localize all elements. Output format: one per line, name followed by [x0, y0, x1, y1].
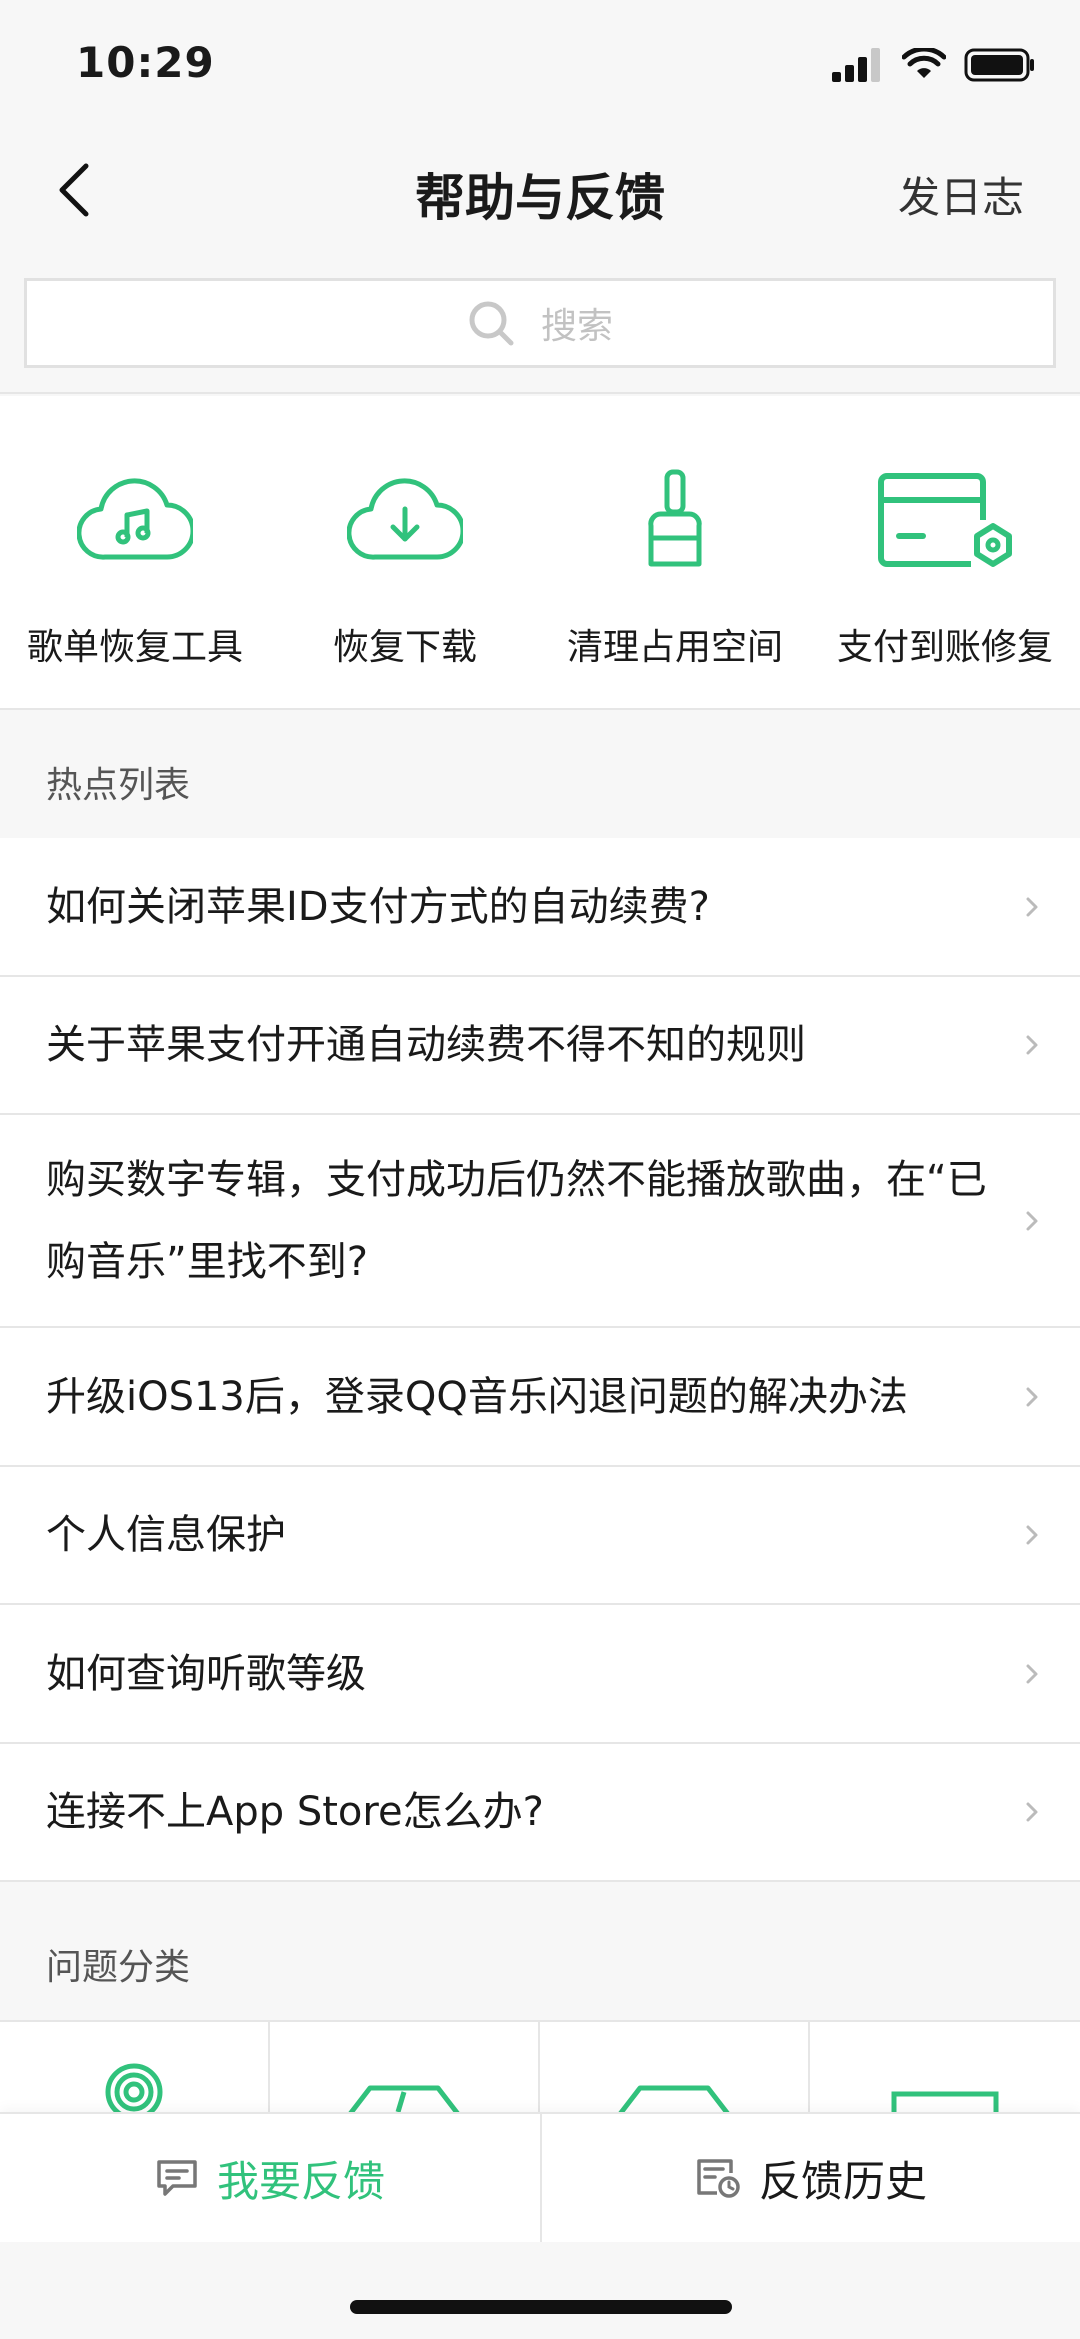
list-item[interactable]: 如何关闭苹果ID支付方式的自动续费?: [0, 838, 1080, 977]
shortcut-label: 恢复下载: [332, 627, 477, 668]
message-icon: [157, 2160, 197, 2196]
shortcut-label: 支付到账修复: [836, 627, 1053, 668]
history-label: 反馈历史: [758, 2156, 927, 2206]
home-area: [0, 2242, 1080, 2339]
feedback-label: 我要反馈: [216, 2156, 385, 2206]
shortcut-tools: 歌单恢复工具 恢复下载 清理占用空间 支付到账修复: [0, 396, 1080, 710]
shortcut-label: 歌单恢复工具: [26, 627, 243, 668]
list-item[interactable]: 购买数字专辑，支付成功后仍然不能播放歌曲，在“已购音乐”里找不到?: [0, 1115, 1080, 1328]
search-area: 搜索: [0, 250, 1080, 394]
list-item[interactable]: 连接不上App Store怎么办?: [0, 1744, 1080, 1882]
history-icon: [697, 2159, 740, 2198]
hot-list: 如何关闭苹果ID支付方式的自动续费? 关于苹果支付开通自动续费不得不知的规则 购…: [0, 838, 1080, 1882]
chevron-right-icon: [1026, 897, 1038, 916]
list-item[interactable]: 个人信息保护: [0, 1467, 1080, 1605]
list-item[interactable]: 关于苹果支付开通自动续费不得不知的规则: [0, 977, 1080, 1115]
status-time: 10:29: [76, 38, 215, 87]
chevron-right-icon: [1026, 1211, 1038, 1230]
chevron-right-icon: [1026, 1387, 1038, 1406]
shortcut-label: 清理占用空间: [566, 627, 783, 668]
battery-icon: [964, 48, 1034, 82]
chevron-right-icon: [1026, 1525, 1038, 1545]
status-bar: 10:29: [0, 0, 1080, 130]
chevron-right-icon: [1026, 1664, 1038, 1683]
section-title: 热点列表: [46, 765, 191, 806]
bottom-action-bar: 我要反馈 反馈历史: [0, 2112, 1080, 2242]
chevron-right-icon: [1026, 1802, 1038, 1822]
nav-bar: 帮助与反馈 发日志: [0, 130, 1080, 250]
search-placeholder: 搜索: [540, 306, 613, 347]
signal-icon: [832, 48, 880, 82]
list-item[interactable]: 升级iOS13后，登录QQ音乐闪退问题的解决办法: [0, 1328, 1080, 1467]
feedback-history-button[interactable]: 反馈历史: [540, 2114, 1080, 2242]
section-title: 问题分类: [46, 1947, 191, 1988]
wifi-icon: [902, 48, 946, 78]
send-log-button[interactable]: 发日志: [898, 164, 1024, 225]
home-indicator[interactable]: [350, 2300, 732, 2314]
status-icons: [832, 44, 1036, 86]
list-item[interactable]: 如何查询听歌等级: [0, 1605, 1080, 1744]
shortcut-playlist-restore[interactable]: 歌单恢复工具: [0, 396, 270, 708]
cloud-music-icon: [77, 478, 193, 560]
categories-header: 问题分类: [0, 1882, 1080, 2020]
search-input[interactable]: 搜索: [24, 278, 1056, 368]
shortcut-payment-repair[interactable]: 支付到账修复: [810, 396, 1080, 708]
chevron-right-icon: [1026, 1035, 1038, 1055]
brush-icon: [648, 469, 702, 567]
shortcut-restore-download[interactable]: 恢复下载: [270, 396, 540, 708]
cloud-download-icon: [347, 478, 463, 560]
shortcut-clean-space[interactable]: 清理占用空间: [540, 396, 810, 708]
search-icon: [469, 301, 514, 346]
card-repair-icon: [878, 473, 1012, 567]
feedback-button[interactable]: 我要反馈: [0, 2114, 540, 2242]
hot-list-header: 热点列表: [0, 712, 1080, 838]
